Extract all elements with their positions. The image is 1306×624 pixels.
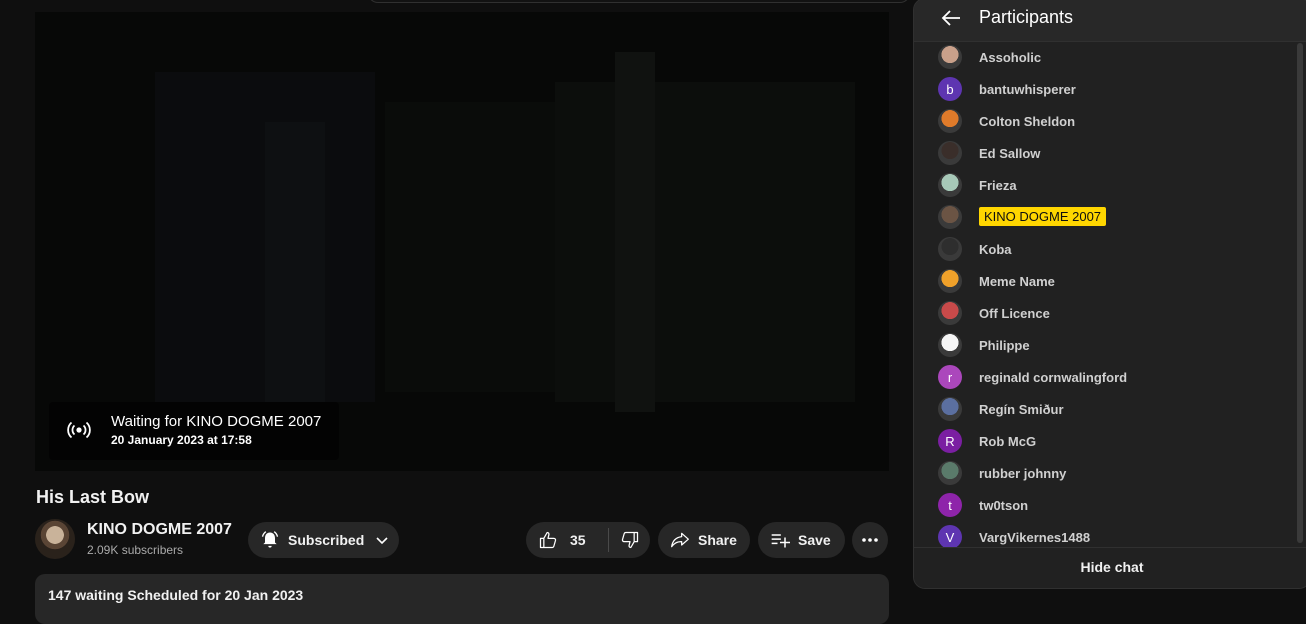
participant-name: Meme Name (979, 274, 1055, 289)
participant-name: Colton Sheldon (979, 114, 1076, 129)
video-title: His Last Bow (36, 487, 150, 507)
live-broadcast-icon (67, 421, 91, 439)
hide-chat-button[interactable]: Hide chat (914, 559, 1306, 575)
waiting-count-and-schedule: 147 waiting Scheduled for 20 Jan 2023 (48, 587, 304, 603)
like-button[interactable]: 35 (526, 522, 608, 558)
back-arrow-icon[interactable] (940, 7, 962, 29)
participant-item[interactable]: Meme Name (938, 269, 1278, 295)
more-horizontal-icon (862, 538, 878, 542)
participant-item[interactable]: KINO DOGME 2007 (938, 205, 1278, 231)
share-label: Share (698, 532, 737, 548)
participant-name: Philippe (979, 338, 1030, 353)
participant-avatar (938, 237, 962, 261)
participant-name-owner: KINO DOGME 2007 (979, 207, 1107, 226)
participant-avatar (938, 397, 962, 421)
participant-avatar: R (938, 429, 962, 453)
video-player[interactable]: Waiting for KINO DOGME 2007 20 January 2… (35, 12, 889, 471)
participant-item[interactable]: Assoholic (938, 45, 1278, 71)
waiting-title: Waiting for KINO DOGME 2007 (111, 413, 322, 430)
video-frame-shade (385, 102, 565, 392)
participant-name: VargVikernes1488 (979, 530, 1091, 545)
participants-header: Participants (914, 0, 1306, 42)
share-button[interactable]: Share (658, 522, 750, 558)
participant-item[interactable]: b bantuwhisperer (938, 77, 1278, 103)
chat-footer: Hide chat (914, 547, 1306, 588)
dislike-button[interactable] (609, 522, 650, 558)
like-count: 35 (570, 532, 586, 548)
bell-icon (261, 531, 279, 548)
subscribe-button[interactable]: Subscribed (248, 522, 399, 558)
participant-item[interactable]: Frieza (938, 173, 1278, 199)
participant-name: reginald cornwalingford (979, 370, 1128, 385)
video-frame-shade (615, 52, 655, 412)
participant-item[interactable]: R Rob McG (938, 429, 1278, 455)
channel-name[interactable]: KINO DOGME 2007 (87, 521, 232, 539)
participant-item[interactable]: r reginald cornwalingford (938, 365, 1278, 391)
participant-item[interactable]: Colton Sheldon (938, 109, 1278, 135)
participant-name: bantuwhisperer (979, 82, 1076, 97)
scheduled-date: 20 January 2023 at 17:58 (111, 433, 252, 447)
channel-avatar[interactable] (35, 519, 75, 559)
participant-avatar (938, 45, 962, 69)
participant-avatar (938, 205, 962, 229)
participant-item[interactable]: Koba (938, 237, 1278, 263)
video-frame-shade (265, 122, 325, 402)
participant-item[interactable]: t tw0tson (938, 493, 1278, 519)
participants-title: Participants (979, 7, 1074, 27)
participant-avatar (938, 109, 962, 133)
participant-avatar (938, 173, 962, 197)
participant-avatar (938, 461, 962, 485)
playlist-add-icon (771, 534, 790, 548)
participant-avatar (938, 141, 962, 165)
thumbs-up-icon (539, 531, 557, 549)
participant-avatar (938, 269, 962, 293)
participant-item[interactable]: Ed Sallow (938, 141, 1278, 167)
video-frame-shade (555, 82, 855, 402)
share-icon (671, 532, 689, 548)
participant-item[interactable]: Regín Smiður (938, 397, 1278, 423)
waiting-overlay: Waiting for KINO DOGME 2007 20 January 2… (49, 402, 339, 460)
participant-name: tw0tson (979, 498, 1029, 513)
participant-avatar: t (938, 493, 962, 517)
participant-avatar: r (938, 365, 962, 389)
participant-item[interactable]: rubber johnny (938, 461, 1278, 487)
save-button[interactable]: Save (758, 522, 845, 558)
participant-avatar: b (938, 77, 962, 101)
subscribe-label: Subscribed (288, 532, 365, 548)
participant-name: Ed Sallow (979, 146, 1041, 161)
scrollbar[interactable] (1297, 43, 1303, 543)
participant-name: Rob McG (979, 434, 1037, 449)
chevron-down-icon (376, 537, 388, 545)
participant-name: Koba (979, 242, 1012, 257)
save-label: Save (798, 532, 831, 548)
more-actions-button[interactable] (852, 522, 888, 558)
participant-item[interactable]: Philippe (938, 333, 1278, 359)
thumbs-down-icon (621, 531, 638, 549)
search-bar-edge (368, 0, 910, 3)
subscriber-count: 2.09K subscribers (87, 543, 184, 557)
like-dislike-group: 35 (526, 522, 650, 558)
participant-name: Assoholic (979, 50, 1042, 65)
participant-name: Frieza (979, 178, 1017, 193)
participant-avatar (938, 333, 962, 357)
participant-avatar: V (938, 525, 962, 549)
participant-name: Regín Smiður (979, 402, 1064, 417)
participant-item[interactable]: Off Licence (938, 301, 1278, 327)
participant-avatar (938, 301, 962, 325)
participant-name: Off Licence (979, 306, 1050, 321)
participants-panel: Participants Assoholic b bantuwhisperer Col… (913, 0, 1306, 589)
participant-name: rubber johnny (979, 466, 1067, 481)
description-box[interactable]: 147 waiting Scheduled for 20 Jan 2023 (35, 574, 889, 624)
